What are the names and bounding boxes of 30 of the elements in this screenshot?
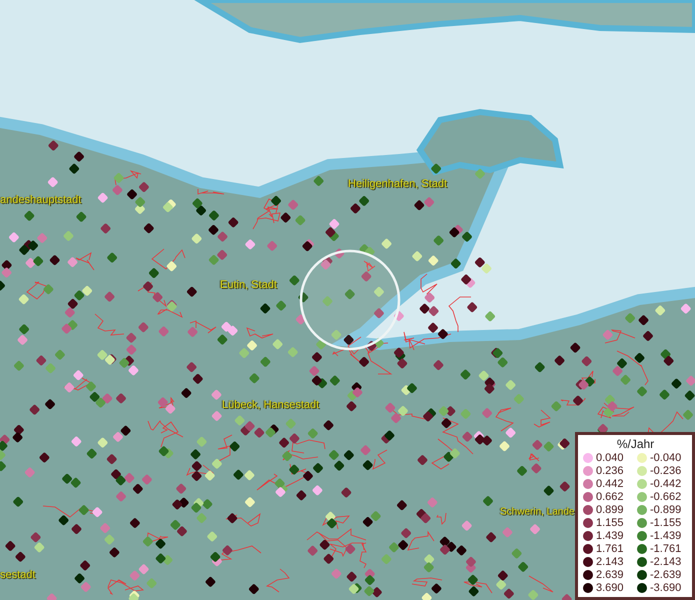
legend-value: -2.143 [650,556,682,568]
place-label: Eutin, Stadt [220,279,277,291]
legend-value: -0.236 [650,464,682,476]
place-label: Schwerin, Lande [500,506,574,518]
legend-value: -2.639 [650,568,682,580]
legend-value: 0.442 [596,478,625,490]
legend-value: -0.442 [650,478,682,490]
legend-value: -1.439 [650,530,682,542]
legend-value: 0.236 [596,464,625,476]
legend-value: -1.761 [650,542,682,554]
legend-value: -3.690 [650,582,682,594]
legend-value: 1.439 [596,530,625,542]
legend-title: %/Jahr [616,437,654,451]
place-label: andeshauptstadt [0,194,82,206]
place-label: sestadt [0,569,36,581]
legend-value: 3.690 [596,582,625,594]
legend-value: -1.155 [650,516,682,528]
place-label: Lübeck, Hansestadt [222,399,320,411]
legend-value: 2.639 [596,568,625,580]
place-label: Heiligenhafen, Stadt [348,178,448,190]
legend-value: 0.662 [596,490,625,502]
legend-value: 1.761 [596,542,625,554]
legend-value: -0.899 [650,504,682,516]
legend-value: 0.899 [596,504,625,516]
legend-value: 0.040 [596,452,625,464]
legend-value: -0.040 [650,452,682,464]
selection-circle[interactable] [300,250,400,350]
legend-value: 2.143 [596,556,625,568]
legend-value: 1.155 [596,516,625,528]
legend-value: -0.662 [650,490,682,502]
